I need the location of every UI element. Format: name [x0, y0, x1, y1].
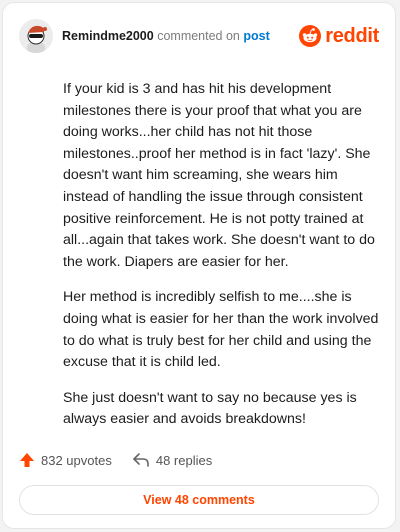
username[interactable]: Remindme2000 [62, 29, 154, 43]
comment-body: If your kid is 3 and has hit his develop… [63, 79, 383, 445]
comment-paragraph: If your kid is 3 and has hit his develop… [63, 81, 375, 270]
reddit-brand[interactable]: reddit [299, 25, 379, 48]
upvote-count: 832 upvotes [41, 452, 112, 468]
comment-paragraph: She just doesn't want to say no because … [63, 389, 357, 428]
action-text: commented on [157, 29, 240, 43]
reddit-wordmark: reddit [325, 24, 379, 47]
comment-paragraph: Her method is incredibly selfish to me..… [63, 289, 379, 371]
comment-header: Remindme2000 commented on post reddit [19, 19, 379, 53]
reply-count: 48 replies [155, 452, 213, 468]
reddit-logo-icon [299, 25, 322, 47]
reply-stat[interactable]: 48 replies [132, 452, 212, 468]
avatar[interactable] [19, 19, 53, 53]
upvote-stat[interactable]: 832 upvotes [19, 452, 112, 468]
reply-arrow-icon [133, 453, 149, 467]
upvote-arrow-icon [20, 453, 34, 467]
snoo-avatar-icon [19, 19, 53, 53]
comment-meta: Remindme2000 commented on post [62, 29, 270, 43]
comment-stats: 832 upvotes 48 replies [19, 452, 212, 468]
comment-card: Remindme2000 commented on post reddit If… [2, 2, 396, 529]
view-comments-button[interactable]: View 48 comments [19, 485, 379, 515]
post-link[interactable]: post [243, 29, 269, 43]
